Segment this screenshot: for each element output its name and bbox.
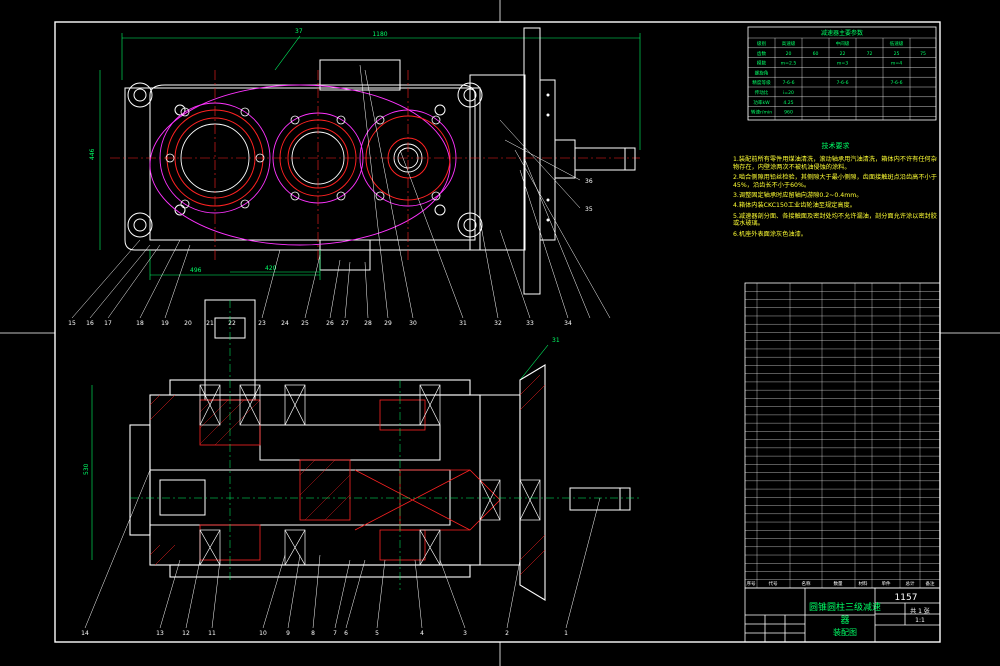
balloon-label: 1 bbox=[564, 630, 568, 637]
spec-cell: 7-6-6 bbox=[782, 80, 794, 86]
drawing-type: 装配图 bbox=[833, 628, 857, 637]
assembly-drawing-sheet: 1180 37 446 496 420 530 31 15 16 17 18 1… bbox=[0, 0, 1000, 666]
spec-cell: m=2.5 bbox=[781, 61, 797, 67]
spec-cell: 模数 bbox=[757, 60, 767, 67]
balloons-right: 36 35 bbox=[585, 178, 593, 213]
balloon-label: 4 bbox=[420, 630, 424, 637]
drawing-sheet-count: 共 1 张 bbox=[910, 608, 930, 615]
drawing-number: 1157 bbox=[894, 593, 918, 603]
balloon-label: 11 bbox=[208, 630, 216, 637]
spec-cell: 级别 bbox=[757, 40, 767, 47]
note-line-5: 5.减速器剖分面、各接触面及密封处均不允许漏油，剖分面允许涂以密封胶或水玻璃。 bbox=[733, 212, 937, 228]
bom-header-cell: 总计 bbox=[906, 580, 915, 587]
spec-cell: 精度等级 bbox=[752, 79, 771, 86]
bom-header-cell: 备注 bbox=[926, 580, 935, 587]
balloon-label: 23 bbox=[258, 320, 266, 327]
spec-cell: 960 bbox=[784, 110, 793, 116]
balloon-label: 24 bbox=[281, 320, 289, 327]
spec-cell: 齿数 bbox=[757, 50, 767, 57]
spec-cell: 75 bbox=[920, 51, 926, 57]
balloon-label: 18 bbox=[136, 320, 144, 327]
balloon-label: 14 bbox=[81, 630, 89, 637]
spec-cell: m=4 bbox=[891, 61, 902, 67]
overall-width-label: 1180 bbox=[372, 31, 387, 38]
spec-table: 减速器主要参数 级别 高速级 中间级 低速级齿数 20 60 22 72 25 75 模数 m=2.5… bbox=[747, 26, 937, 121]
spec-cell: 功率kW bbox=[753, 99, 770, 106]
balloon-label: 17 bbox=[104, 320, 112, 327]
spec-cell: 中间级 bbox=[836, 40, 850, 47]
balloon-label: 19 bbox=[161, 320, 169, 327]
left-height-label: 446 bbox=[89, 148, 96, 160]
spec-cell: 4.25 bbox=[783, 100, 793, 106]
balloon-label: 6 bbox=[344, 630, 348, 637]
spec-cell: 72 bbox=[867, 51, 873, 57]
balloon-label: 8 bbox=[311, 630, 315, 637]
balloon-label: 32 bbox=[494, 320, 502, 327]
balloon-label: 26 bbox=[326, 320, 334, 327]
balloon-label: 13 bbox=[156, 630, 164, 637]
bom-header-cell: 序号 bbox=[747, 580, 756, 587]
balloon-label: 16 bbox=[86, 320, 94, 327]
note-line-2: 2.啮合侧隙用铅丝检验，其侧隙大于最小侧隙，齿面接触斑点沿齿高不小于45%，沿齿… bbox=[733, 174, 937, 189]
section-view: 530 31 bbox=[83, 299, 640, 629]
bom-header-cell: 名称 bbox=[802, 580, 811, 587]
note-line-6: 6.机座外表面涂灰色油漆。 bbox=[733, 230, 807, 238]
drawing-title: 圆锥圆柱三级减速器 bbox=[808, 603, 881, 626]
balloon-label: 31 bbox=[459, 320, 467, 327]
bom-table: 序号 代号 名称 数量 材料 单件 总计 备注 bbox=[744, 282, 941, 589]
drawing-scale: 1:1 bbox=[915, 617, 925, 624]
bom-header-cell: 材料 bbox=[859, 580, 868, 587]
spec-cell: i=20 bbox=[783, 90, 794, 96]
spec-cell: 高速级 bbox=[782, 40, 796, 47]
balloon-label: 3 bbox=[463, 630, 467, 637]
balloon-label: 7 bbox=[333, 630, 337, 637]
balloon-label: 25 bbox=[301, 320, 309, 327]
note-line-3: 3.调整固定轴承时应留轴向游隙0.2~0.4mm。 bbox=[733, 192, 863, 200]
spec-cell: 7-6-6 bbox=[890, 80, 902, 86]
spec-cell: 60 bbox=[813, 51, 819, 57]
section-height-label: 530 bbox=[83, 463, 90, 475]
balloons-top: 15 16 17 18 19 20 21 22 23 24 25 26 27 28 29 30 31 32 33 34 bbox=[68, 320, 572, 327]
spec-cell: 低速级 bbox=[890, 40, 904, 47]
spec-table-title: 减速器主要参数 bbox=[821, 29, 863, 37]
spec-cell: 25 bbox=[894, 51, 900, 57]
part-tag-section: 31 bbox=[552, 337, 560, 344]
balloon-label: 35 bbox=[585, 206, 593, 213]
technical-notes: 技术要求 1.装配前所有零件用煤油清洗，滚动轴承用汽油清洗，箱体内不许有任何杂物… bbox=[733, 142, 938, 241]
spec-cell: 20 bbox=[786, 51, 792, 57]
overall-width-dimension bbox=[121, 33, 641, 150]
balloon-label: 29 bbox=[384, 320, 392, 327]
bom-header-cell: 数量 bbox=[834, 580, 843, 587]
balloon-label: 9 bbox=[286, 630, 290, 637]
balloon-label: 10 bbox=[259, 630, 267, 637]
spec-cell: 螺旋角 bbox=[755, 69, 769, 76]
balloon-label: 34 bbox=[564, 320, 572, 327]
balloon-label: 21 bbox=[206, 320, 214, 327]
balloons-bottom: 14 13 12 11 10 9 8 7 6 5 4 3 2 1 bbox=[81, 630, 568, 637]
base-dimension-a: 496 bbox=[190, 267, 202, 274]
bom-header-cell: 代号 bbox=[769, 580, 778, 587]
balloon-label: 5 bbox=[375, 630, 379, 637]
balloon-label: 27 bbox=[341, 320, 349, 327]
notes-title: 技术要求 bbox=[821, 142, 850, 150]
bom-header-cell: 单件 bbox=[882, 580, 891, 587]
balloon-label: 30 bbox=[409, 320, 417, 327]
balloon-label: 15 bbox=[68, 320, 76, 327]
note-line-4: 4.箱体内装CKC150工业齿轮油至规定高度。 bbox=[733, 202, 856, 210]
spec-cell: 22 bbox=[840, 51, 846, 57]
balloon-label: 12 bbox=[182, 630, 190, 637]
part-tag-top: 37 bbox=[295, 28, 303, 35]
balloon-label: 33 bbox=[526, 320, 534, 327]
balloon-label: 28 bbox=[364, 320, 372, 327]
spec-cell: 7-6-6 bbox=[836, 80, 848, 86]
balloon-label: 22 bbox=[228, 320, 236, 327]
top-view: 1180 37 446 496 420 bbox=[71, 27, 641, 319]
balloon-label: 36 bbox=[585, 178, 593, 185]
balloon-label: 20 bbox=[184, 320, 192, 327]
spec-cell: 传动比 bbox=[755, 89, 769, 96]
spec-cell: 转速r/min bbox=[751, 109, 772, 116]
note-line-1: 1.装配前所有零件用煤油清洗，滚动轴承用汽油清洗，箱体内不许有任何杂物存在，内壁… bbox=[733, 156, 937, 171]
spec-cell: m=3 bbox=[837, 61, 848, 67]
balloon-label: 2 bbox=[505, 630, 509, 637]
